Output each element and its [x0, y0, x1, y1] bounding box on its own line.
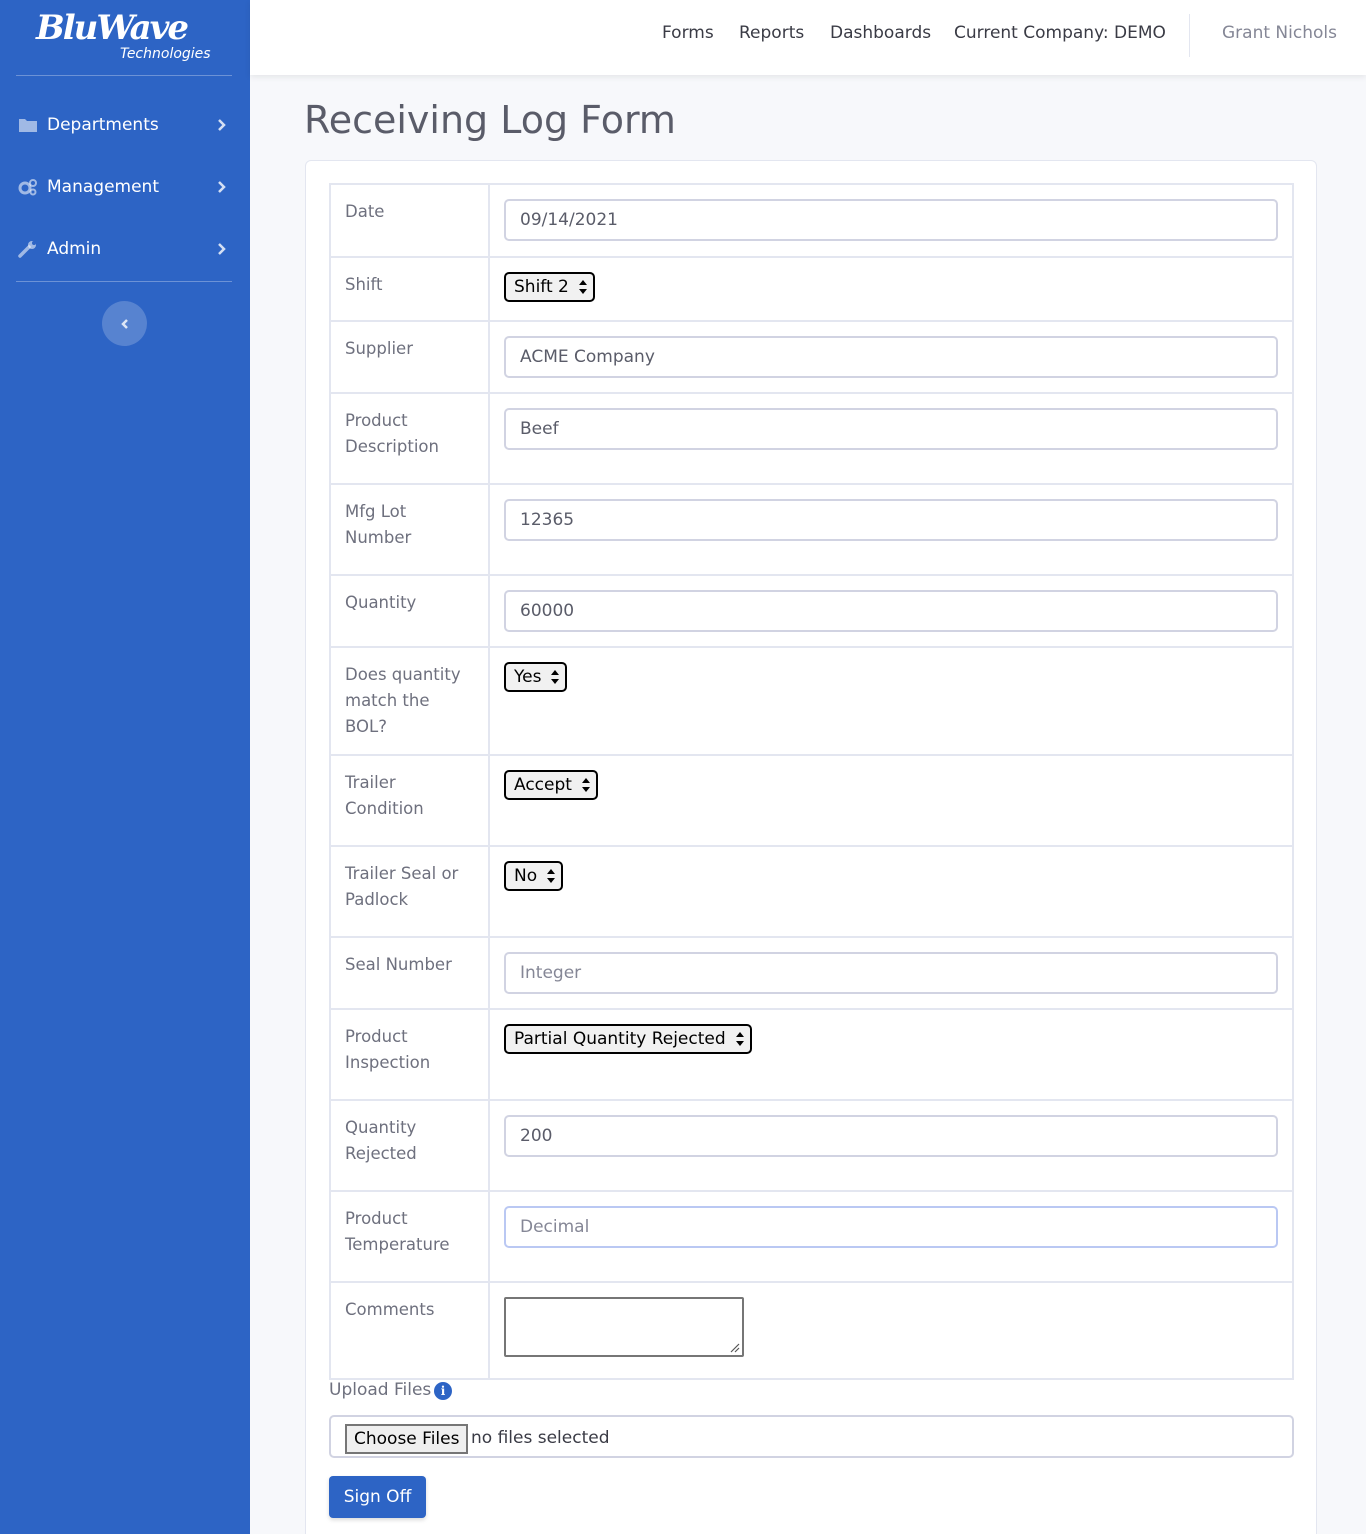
field-label: Quantity Rejected [329, 1099, 490, 1192]
wrench-icon [18, 241, 36, 258]
form-row-seal-number: Seal Number [329, 936, 1294, 1010]
field-label: Does quantity match the BOL? [329, 646, 490, 756]
form-row-date: Date [329, 183, 1294, 258]
form-row-supplier: Supplier [329, 320, 1294, 394]
field-label: Quantity [329, 574, 490, 648]
page-title: Receiving Log Form [304, 98, 676, 142]
select-arrows-icon [578, 279, 587, 295]
mfg-lot-input[interactable] [504, 499, 1278, 541]
seal-number-input[interactable] [504, 952, 1278, 994]
brand-name: BluWave [36, 8, 189, 48]
form-row-shift: Shift Shift 2 [329, 256, 1294, 322]
nav-divider [1189, 14, 1190, 57]
chevron-right-icon [218, 119, 226, 131]
resize-grip-icon[interactable] [728, 1341, 740, 1353]
trailer-condition-select[interactable]: Accept [504, 770, 598, 800]
topbar: Forms Reports Dashboards Current Company… [250, 0, 1366, 75]
select-value: No [514, 866, 538, 886]
chevron-right-icon [218, 181, 226, 193]
trailer-seal-select[interactable]: No [504, 861, 564, 891]
brand-logo[interactable]: BluWave Technologies [36, 4, 216, 70]
bol-match-select[interactable]: Yes [504, 662, 568, 692]
product-temperature-input[interactable] [504, 1206, 1278, 1248]
field-label: Mfg Lot Number [329, 483, 490, 576]
select-arrows-icon [547, 868, 556, 884]
quantity-input[interactable] [504, 590, 1278, 632]
select-value: Accept [514, 775, 572, 795]
product-description-input[interactable] [504, 408, 1278, 450]
select-value: Partial Quantity Rejected [514, 1029, 726, 1049]
field-label: Date [329, 183, 490, 258]
brand-sub: Technologies [120, 46, 211, 62]
select-arrows-icon [735, 1031, 744, 1047]
sidebar-item-label: Departments [47, 115, 159, 135]
choose-files-button[interactable]: Choose Files [345, 1424, 469, 1454]
field-label: Supplier [329, 320, 490, 394]
field-label: Product Inspection [329, 1008, 490, 1101]
field-label: Seal Number [329, 936, 490, 1010]
field-label: Trailer Seal or Padlock [329, 845, 490, 938]
sidebar-item-label: Management [47, 177, 159, 197]
form-row-comments: Comments [329, 1281, 1294, 1380]
form-row-mfg-lot: Mfg Lot Number [329, 483, 1294, 576]
select-value: Shift 2 [514, 277, 569, 297]
form-row-product-inspection: Product Inspection Partial Quantity Reje… [329, 1008, 1294, 1101]
field-label: Product Description [329, 392, 490, 485]
quantity-rejected-input[interactable] [504, 1115, 1278, 1157]
chevron-right-icon [218, 243, 226, 255]
form-row-product-temperature: Product Temperature [329, 1190, 1294, 1283]
upload-files-label: Upload Files [329, 1380, 432, 1400]
nav-current-company[interactable]: Current Company: DEMO [954, 23, 1166, 43]
user-menu[interactable]: Grant Nichols [1222, 23, 1337, 43]
chevron-left-icon [120, 318, 128, 329]
form-row-product-description: Product Description [329, 392, 1294, 485]
file-upload-field[interactable]: Choose Files no files selected [329, 1415, 1294, 1458]
folder-icon [19, 119, 37, 132]
comments-textarea[interactable] [504, 1297, 744, 1357]
field-label: Trailer Condition [329, 754, 490, 847]
nav-dashboards[interactable]: Dashboards [830, 23, 931, 43]
sidebar-item-admin[interactable]: Admin [0, 229, 250, 269]
select-value: Yes [514, 667, 542, 687]
gears-icon [18, 179, 37, 196]
form-row-bol-match: Does quantity match the BOL? Yes [329, 646, 1294, 756]
sidebar-divider [16, 75, 232, 76]
sidebar-item-departments[interactable]: Departments [0, 105, 250, 145]
form-table: Date Shift Shift 2 Supplier Product Desc… [329, 183, 1294, 1380]
sidebar-item-label: Admin [47, 239, 102, 259]
field-label: Comments [329, 1281, 490, 1380]
sidebar-item-management[interactable]: Management [0, 167, 250, 207]
select-arrows-icon [581, 777, 590, 793]
file-status: no files selected [471, 1428, 610, 1448]
sign-off-button[interactable]: Sign Off [329, 1476, 426, 1518]
shift-select[interactable]: Shift 2 [504, 272, 595, 302]
nav-reports[interactable]: Reports [739, 23, 804, 43]
field-label: Shift [329, 256, 490, 322]
nav-forms[interactable]: Forms [662, 23, 714, 43]
form-row-trailer-condition: Trailer Condition Accept [329, 754, 1294, 847]
form-row-trailer-seal: Trailer Seal or Padlock No [329, 845, 1294, 938]
form-row-quantity: Quantity [329, 574, 1294, 648]
select-arrows-icon [551, 669, 560, 685]
date-input[interactable] [504, 199, 1278, 241]
info-icon[interactable]: i [434, 1382, 452, 1400]
sidebar-toggle-button[interactable] [102, 301, 147, 346]
sidebar: BluWave Technologies Departments Managem… [0, 0, 250, 1534]
form-row-quantity-rejected: Quantity Rejected [329, 1099, 1294, 1192]
supplier-input[interactable] [504, 336, 1278, 378]
product-inspection-select[interactable]: Partial Quantity Rejected [504, 1024, 752, 1054]
sidebar-divider [16, 281, 232, 282]
field-label: Product Temperature [329, 1190, 490, 1283]
